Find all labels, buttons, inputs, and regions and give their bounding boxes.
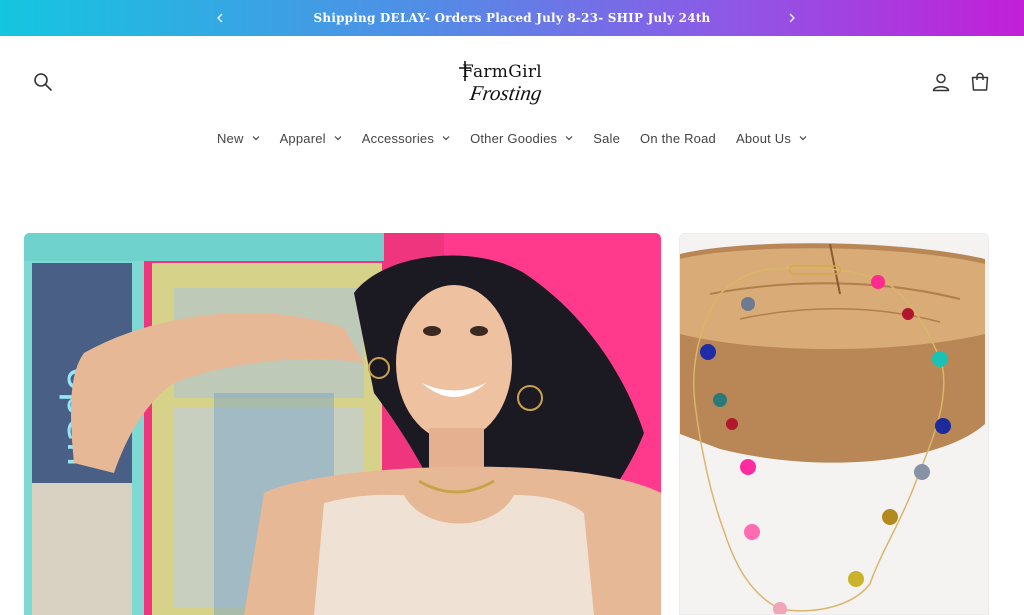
search-icon	[34, 73, 52, 91]
hero-necklace-illustration	[680, 234, 988, 614]
chevron-down-icon	[442, 136, 450, 141]
chevron-down-icon	[334, 136, 342, 141]
hero-lifestyle-illustration: open	[24, 233, 661, 615]
chevron-down-icon	[252, 136, 259, 141]
nav-item-label: New	[216, 130, 244, 146]
chevron-down-icon	[565, 136, 573, 141]
nav-item-label: Apparel	[279, 130, 326, 146]
nav-item-label: Other Goodies	[470, 130, 558, 146]
cart-icon	[971, 72, 989, 91]
user-icon	[932, 73, 950, 92]
announcement-text[interactable]: Shipping DELAY- Orders Placed July 8-23-…	[314, 11, 711, 25]
cart-button[interactable]	[966, 68, 994, 96]
nav-item-other-goodies[interactable]: Other Goodies	[460, 131, 583, 146]
nav-item-label: Sale	[593, 130, 621, 146]
search-button[interactable]	[29, 68, 57, 96]
nav-item-accessories[interactable]: Accessories	[352, 131, 460, 146]
announcement-bar: Shipping DELAY- Orders Placed July 8-23-…	[0, 0, 1024, 36]
chevron-right-icon	[789, 13, 795, 23]
announcement-prev-button[interactable]	[210, 8, 230, 28]
nav-item-apparel[interactable]: Apparel	[270, 131, 352, 146]
logo-text-farmgirl: FarmGirl	[462, 62, 543, 82]
nav-item-label: About Us	[735, 130, 792, 146]
store-logo[interactable]: FarmGirl Frosting	[456, 58, 560, 108]
chevron-down-icon	[799, 136, 807, 141]
announcement-next-button[interactable]	[782, 8, 802, 28]
hero-lifestyle-image[interactable]: open	[24, 233, 661, 615]
nav-item-label: Accessories	[361, 130, 435, 146]
nav-item-sale[interactable]: Sale	[583, 131, 630, 146]
hero-necklace-image[interactable]	[679, 233, 989, 615]
account-button[interactable]	[927, 68, 955, 96]
nav-item-on-the-road[interactable]: On the Road	[630, 131, 726, 146]
nav-item-about-us[interactable]: About Us	[726, 131, 817, 146]
nav-item-label: On the Road	[640, 130, 716, 146]
logo-text-frosting: Frosting	[468, 81, 544, 105]
site-header: FarmGirl Frosting	[0, 36, 1024, 126]
main-nav: New Apparel Accessories Other Goodies Sa…	[0, 126, 1024, 150]
nav-item-new[interactable]: New	[207, 131, 270, 146]
chevron-left-icon	[217, 13, 223, 23]
